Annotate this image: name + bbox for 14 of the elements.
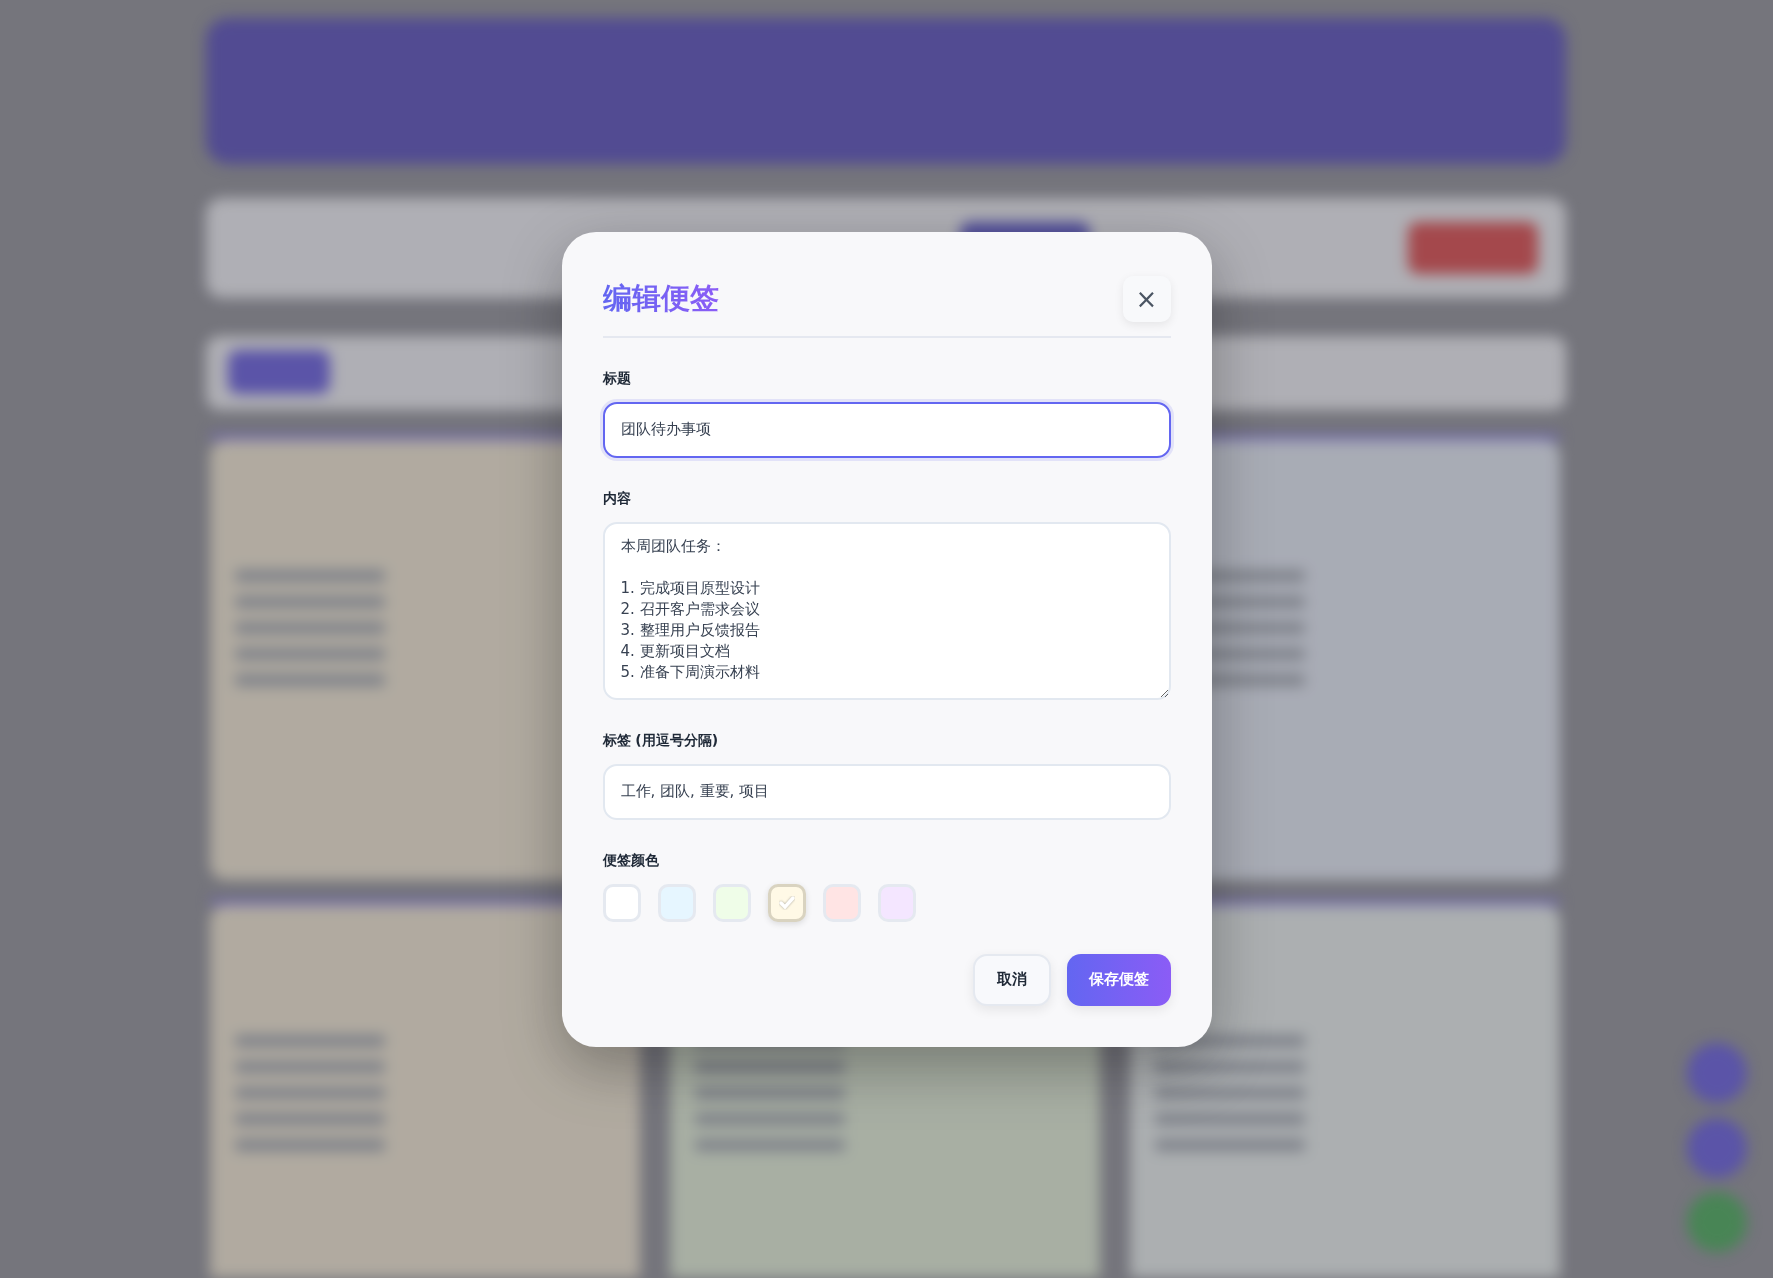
field-label: 内容 (602, 489, 632, 508)
input-field[interactable]: 团队待办事项 (602, 401, 1171, 458)
input-field[interactable]: 工作, 团队, 重要, 项目 (602, 763, 1171, 820)
field-label: 标题 (602, 369, 632, 388)
color-swatch[interactable] (822, 883, 861, 922)
field-label: 便签颜色 (602, 851, 660, 870)
content-field[interactable]: 本周团队任务： 1. 完成项目原型设计 2. 召开客户需求会议 3. 整理用户反馈报告 4. 更新项目文档 5. 准备下周演示材料 (602, 521, 1171, 700)
save-button[interactable]: 保存便签 (1066, 953, 1171, 1006)
close-button[interactable]: × (1122, 275, 1171, 322)
check-icon (778, 895, 795, 910)
cancel-button[interactable]: 取消 (972, 953, 1051, 1006)
color-swatch[interactable] (602, 883, 641, 922)
field-label: 标签 (用逗号分隔) (602, 731, 720, 750)
color-swatch[interactable] (767, 883, 806, 922)
